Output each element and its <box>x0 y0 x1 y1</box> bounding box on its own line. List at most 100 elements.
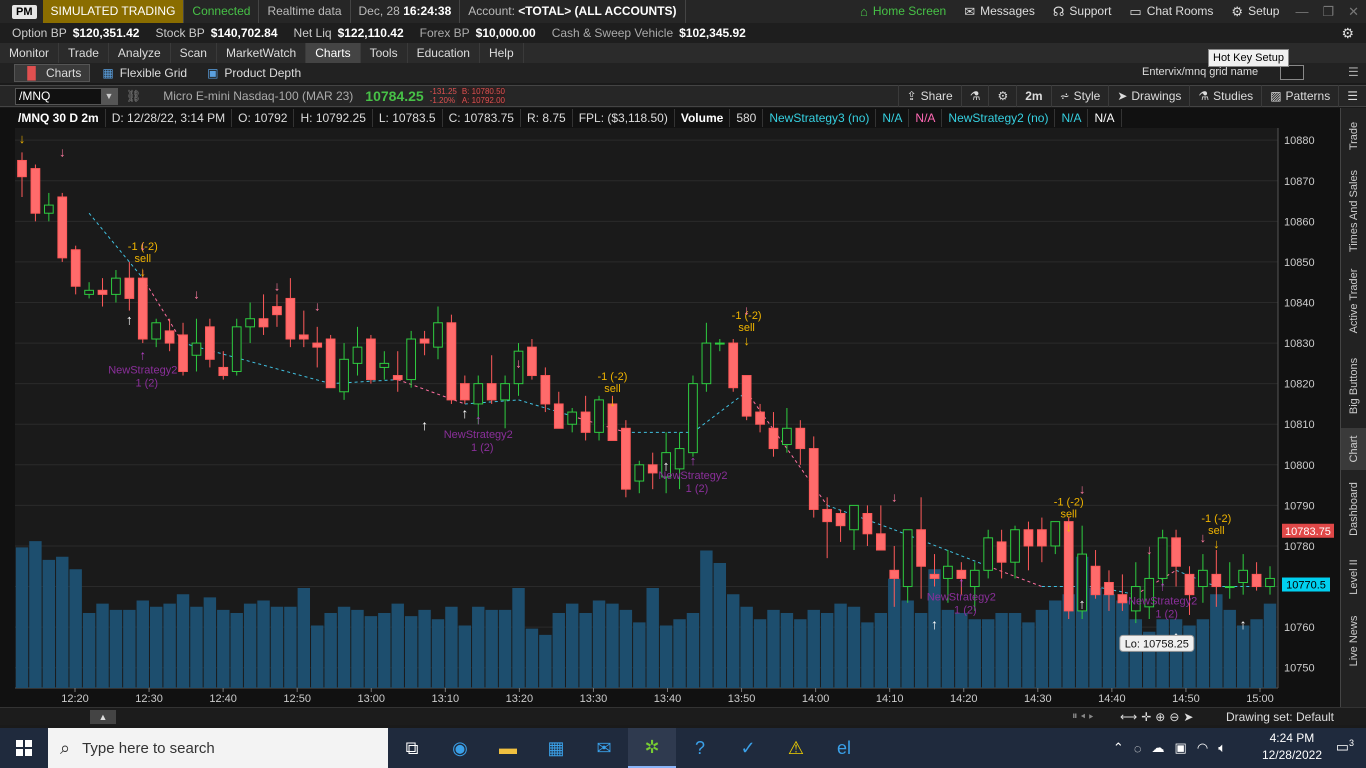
notification-icon[interactable]: ▭3 <box>1336 738 1354 756</box>
edge-browser-icon[interactable]: ◉ <box>436 728 484 768</box>
taskbar-search-input[interactable]: ⌕ Type here to search <box>48 728 388 768</box>
close-icon[interactable]: ✕ <box>1341 4 1366 20</box>
volume-bar <box>834 603 847 688</box>
task-view-icon[interactable]: ⧉ <box>388 728 436 768</box>
strategy3-label[interactable]: NewStrategy3 (no) <box>763 109 877 127</box>
wifi-icon[interactable]: ◠ <box>1197 740 1208 756</box>
menu-education[interactable]: Education <box>408 43 480 63</box>
scroll-controls-icon[interactable]: ⏸ ◂ ▸ <box>1072 710 1094 723</box>
side-tab-big-buttons[interactable]: Big Buttons <box>1341 343 1366 428</box>
mail-icon[interactable]: ✉ <box>580 728 628 768</box>
sell-arrow-icon: ↓ <box>743 333 750 348</box>
cloud-icon[interactable]: ☁ <box>1152 740 1165 756</box>
share-button[interactable]: ⇪ Share <box>897 85 961 107</box>
pink-down-arrow-icon: ↓ <box>1146 542 1153 557</box>
drawing-set-label[interactable]: Drawing set: Default <box>1226 710 1334 724</box>
maximize-icon[interactable]: ❐ <box>1315 4 1341 20</box>
symbol-input[interactable]: /MNQ ▼ <box>15 87 118 105</box>
display-icon[interactable]: ▣ <box>1175 740 1187 756</box>
price-tick-label: 10760 <box>1284 622 1315 634</box>
messages-button[interactable]: ✉ Messages <box>955 0 1044 23</box>
tray-chevron-icon[interactable]: ⌃ <box>1113 740 1124 756</box>
thinkorswim-icon[interactable]: ✲ <box>628 728 676 768</box>
menu-monitor[interactable]: Monitor <box>0 43 60 63</box>
account-label: Account: <box>468 4 515 18</box>
menu-tools[interactable]: Tools <box>361 43 408 63</box>
side-tab-live-news[interactable]: Live News <box>1341 606 1366 676</box>
candle-body <box>567 411 578 425</box>
tab-product-depth[interactable]: ▣ Product Depth <box>199 64 309 82</box>
chevron-down-icon[interactable]: ▼ <box>101 88 117 104</box>
tab-charts[interactable]: ▐▌ Charts <box>14 64 91 82</box>
side-tab-active-trader[interactable]: Active Trader <box>1341 258 1366 343</box>
volume-icon[interactable]: 🔈︎ <box>1218 740 1226 756</box>
volume-bar <box>418 609 431 688</box>
chart-symbol-period[interactable]: /MNQ 30 D 2m <box>0 109 106 127</box>
minimize-icon[interactable]: — <box>1288 4 1315 19</box>
store-icon[interactable]: ▦ <box>532 728 580 768</box>
menu-analyze[interactable]: Analyze <box>109 43 171 63</box>
help-app-icon[interactable]: ? <box>676 728 724 768</box>
side-tab-times-and-sales[interactable]: Times And Sales <box>1341 163 1366 258</box>
menu-trade[interactable]: Trade <box>59 43 109 63</box>
drawings-button[interactable]: ➤ Drawings <box>1108 85 1189 107</box>
bar-range: R: 8.75 <box>521 109 573 127</box>
chart-settings-button[interactable]: ⚙ <box>988 85 1016 107</box>
buy-signal-name: NewStrategy2 <box>927 592 996 604</box>
side-tab-trade[interactable]: Trade <box>1341 108 1366 163</box>
style-button[interactable]: ⩫ Style <box>1050 85 1109 107</box>
expand-panel-icon[interactable]: ▲ <box>90 709 116 724</box>
patterns-button[interactable]: ▨ Patterns <box>1261 85 1338 107</box>
trading-app-icon[interactable]: ✓ <box>724 728 772 768</box>
tab-charts-label: Charts <box>46 66 82 80</box>
file-explorer-icon[interactable]: ▬ <box>484 728 532 768</box>
grid-layout-box[interactable] <box>1280 65 1304 80</box>
volume-bar <box>901 600 914 688</box>
chart-menu-button[interactable]: ☰ <box>1338 85 1366 107</box>
studies-button[interactable]: ⚗ Studies <box>1189 85 1261 107</box>
el-app-icon[interactable]: el <box>820 728 868 768</box>
account-selector[interactable]: Account: <TOTAL> (ALL ACCOUNTS) <box>460 0 686 23</box>
chat-rooms-button[interactable]: ▭ Chat Rooms <box>1120 0 1222 23</box>
support-button[interactable]: ☊ Support <box>1044 0 1121 23</box>
grid-menu-icon[interactable]: ☰ <box>1348 65 1359 79</box>
strategy2-na-2: N/A <box>1088 109 1122 127</box>
taskbar-clock[interactable]: 4:24 PM 12/28/2022 <box>1262 730 1322 764</box>
candle-body <box>580 411 591 433</box>
warning-app-icon[interactable]: ⚠ <box>772 728 820 768</box>
zoom-controls-icon[interactable]: ⟷✛⊕⊖➤ <box>1120 710 1197 724</box>
price-chart[interactable]: 10880 10870 10860 10850 10840 10830 10820 10810… <box>0 128 1340 708</box>
setup-button[interactable]: ⚙ Setup <box>1222 0 1288 23</box>
volume-bar <box>807 609 820 688</box>
buy-signal-name: NewStrategy2 <box>444 429 513 441</box>
volume-bar <box>552 613 565 688</box>
menu-help[interactable]: Help <box>480 43 524 63</box>
timeframe-button[interactable]: 2m <box>1016 85 1050 107</box>
volume-bar <box>217 609 230 688</box>
time-tick-label: 14:00 <box>802 693 830 705</box>
bar-high: H: 10792.25 <box>294 109 373 127</box>
price-tick-label: 10850 <box>1284 257 1315 269</box>
candle-body <box>1023 529 1034 547</box>
tab-flexible-grid[interactable]: ▦ Flexible Grid <box>94 64 195 82</box>
side-tab-chart[interactable]: Chart <box>1341 428 1366 470</box>
flask-button[interactable]: ⚗ <box>960 85 989 107</box>
menu-marketwatch[interactable]: MarketWatch <box>217 43 307 63</box>
sell-signal-quantity: -1 (-2) <box>1054 497 1084 509</box>
bid-price: B: 10780.50 <box>461 87 505 96</box>
settings-gear-icon[interactable]: ⚙ <box>1341 25 1366 42</box>
menu-charts[interactable]: Charts <box>306 43 361 63</box>
menu-scan[interactable]: Scan <box>171 43 217 63</box>
strategy2-label[interactable]: NewStrategy2 (no) <box>942 109 1056 127</box>
volume-label[interactable]: Volume <box>675 109 731 127</box>
windows-start-icon[interactable] <box>0 728 48 768</box>
search-placeholder: Type here to search <box>82 739 215 757</box>
home-screen-button[interactable]: ⌂ Home Screen <box>851 0 955 23</box>
main-menu: Monitor Trade Analyze Scan MarketWatch C… <box>0 43 1366 63</box>
side-tab-level-ii[interactable]: Level II <box>1341 548 1366 606</box>
link-icon[interactable]: ⛓ <box>118 89 141 103</box>
buy-signal-quantity: 1 (2) <box>686 483 709 495</box>
tray-app-icon[interactable]: ◌ <box>1134 741 1142 756</box>
side-tab-dashboard[interactable]: Dashboard <box>1341 470 1366 548</box>
volume-bar <box>713 563 727 688</box>
